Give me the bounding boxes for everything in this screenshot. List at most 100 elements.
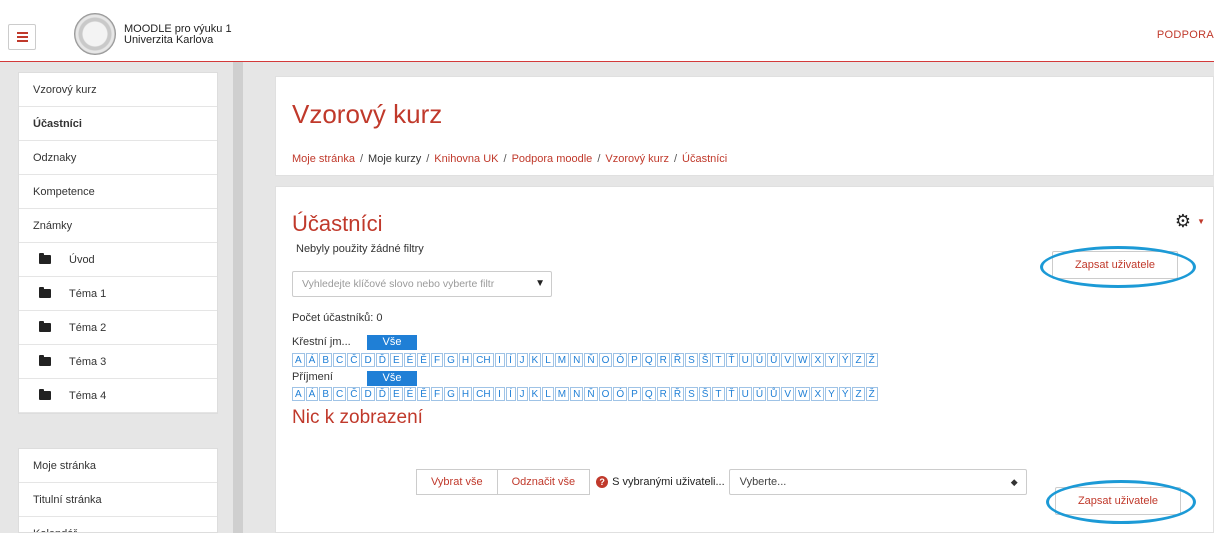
drawer-scrollbar[interactable] [233, 62, 243, 533]
initial-letter-link[interactable]: P [628, 387, 641, 401]
initial-letter-link[interactable]: D [361, 353, 375, 367]
initial-letter-link[interactable]: K [528, 353, 542, 367]
initial-letter-link[interactable]: Á [305, 353, 319, 367]
initial-letter-link[interactable]: Ě [417, 387, 430, 401]
initial-letter-link[interactable]: A [292, 387, 305, 401]
lastname-all-button[interactable]: Vše [367, 371, 417, 386]
breadcrumb-item[interactable]: Podpora moodle [512, 153, 593, 165]
initial-letter-link[interactable]: D [361, 387, 375, 401]
initial-letter-link[interactable]: W [795, 353, 811, 367]
initial-letter-link[interactable]: Z [852, 353, 865, 367]
initial-letter-link[interactable]: N [570, 353, 584, 367]
sidebar-item[interactable]: Kalendář [19, 517, 217, 532]
breadcrumb-item[interactable]: Knihovna UK [434, 153, 498, 165]
sidebar-item[interactable]: Účastníci [19, 107, 217, 141]
initial-letter-link[interactable]: V [781, 353, 795, 367]
initial-letter-link[interactable]: Ď [375, 387, 389, 401]
initial-letter-link[interactable]: G [444, 387, 458, 401]
initial-letter-link[interactable]: O [598, 353, 613, 367]
select-all-button[interactable]: Vybrat vše [416, 469, 498, 495]
initial-letter-link[interactable]: X [811, 387, 825, 401]
initial-letter-link[interactable]: F [430, 353, 444, 367]
initial-letter-link[interactable]: B [319, 353, 333, 367]
deselect-all-button[interactable]: Odznačit vše [497, 469, 591, 495]
initial-letter-link[interactable]: CH [473, 387, 494, 401]
initial-letter-link[interactable]: M [554, 353, 570, 367]
initial-letter-link[interactable]: Ť [725, 353, 738, 367]
initial-letter-link[interactable]: Ů [767, 353, 781, 367]
initial-letter-link[interactable]: Y [825, 387, 838, 401]
initial-letter-link[interactable]: H [458, 387, 473, 401]
sidebar-item[interactable]: Známky [19, 209, 217, 243]
initial-letter-link[interactable]: T [712, 353, 725, 367]
initial-letter-link[interactable]: U [738, 387, 752, 401]
initial-letter-link[interactable]: P [628, 353, 641, 367]
breadcrumb-item[interactable]: Vzorový kurz [605, 153, 669, 165]
help-icon[interactable]: ? [596, 476, 609, 488]
initial-letter-link[interactable]: Ó [613, 353, 628, 367]
initial-letter-link[interactable]: J [516, 353, 528, 367]
filter-search-select[interactable]: Vyhledejte klíčové slovo nebo vyberte fi… [292, 271, 552, 297]
initial-letter-link[interactable]: Á [305, 387, 319, 401]
caret-down-icon[interactable]: ▼ [1197, 217, 1205, 226]
initial-letter-link[interactable]: Q [641, 387, 656, 401]
initial-letter-link[interactable]: W [795, 387, 811, 401]
initial-letter-link[interactable]: R [656, 353, 670, 367]
initial-letter-link[interactable]: Č [347, 353, 361, 367]
sidebar-item[interactable]: Odznaky [19, 141, 217, 175]
initial-letter-link[interactable]: Ý [838, 387, 852, 401]
sidebar-item[interactable]: Úvod [19, 243, 217, 277]
initial-letter-link[interactable]: CH [473, 353, 494, 367]
initial-letter-link[interactable]: O [598, 387, 613, 401]
initial-letter-link[interactable]: Ž [865, 387, 878, 401]
initial-letter-link[interactable]: Ý [838, 353, 852, 367]
support-link[interactable]: PODPORA [1157, 29, 1214, 41]
initial-letter-link[interactable]: V [781, 387, 795, 401]
initial-letter-link[interactable]: E [389, 353, 403, 367]
university-seal-logo[interactable] [74, 13, 116, 55]
initial-letter-link[interactable]: É [403, 353, 417, 367]
initial-letter-link[interactable]: I [494, 387, 505, 401]
initial-letter-link[interactable]: Ď [375, 353, 389, 367]
initial-letter-link[interactable]: Š [698, 387, 712, 401]
initial-letter-link[interactable]: Č [347, 387, 361, 401]
initial-letter-link[interactable]: Z [852, 387, 865, 401]
breadcrumb-item[interactable]: Účastníci [682, 153, 727, 165]
initial-letter-link[interactable]: B [319, 387, 333, 401]
with-selected-action-select[interactable]: Vyberte... ◆ [728, 469, 1027, 495]
initial-letter-link[interactable]: É [403, 387, 417, 401]
initial-letter-link[interactable]: H [458, 353, 473, 367]
initial-letter-link[interactable]: Ž [865, 353, 878, 367]
initial-letter-link[interactable]: A [292, 353, 305, 367]
initial-letter-link[interactable]: Ó [613, 387, 628, 401]
initial-letter-link[interactable]: Ě [417, 353, 430, 367]
initial-letter-link[interactable]: Ň [584, 353, 598, 367]
sidebar-item[interactable]: Téma 1 [19, 277, 217, 311]
breadcrumb-item[interactable]: Moje stránka [292, 153, 355, 165]
initial-letter-link[interactable]: I [494, 353, 505, 367]
initial-letter-link[interactable]: Í [505, 353, 516, 367]
initial-letter-link[interactable]: K [528, 387, 542, 401]
initial-letter-link[interactable]: Ú [752, 387, 767, 401]
initial-letter-link[interactable]: L [542, 387, 554, 401]
initial-letter-link[interactable]: X [811, 353, 825, 367]
initial-letter-link[interactable]: T [712, 387, 725, 401]
initial-letter-link[interactable]: Ů [767, 387, 781, 401]
initial-letter-link[interactable]: L [542, 353, 554, 367]
hamburger-menu-button[interactable] [8, 24, 36, 50]
sidebar-item[interactable]: Téma 3 [19, 345, 217, 379]
initial-letter-link[interactable]: Š [698, 353, 712, 367]
sidebar-item[interactable]: Moje stránka [19, 449, 217, 483]
initial-letter-link[interactable]: Y [825, 353, 838, 367]
initial-letter-link[interactable]: C [333, 353, 347, 367]
initial-letter-link[interactable]: S [685, 387, 698, 401]
sidebar-item[interactable]: Vzorový kurz [19, 73, 217, 107]
initial-letter-link[interactable]: Ň [584, 387, 598, 401]
sidebar-item[interactable]: Kompetence [19, 175, 217, 209]
initial-letter-link[interactable]: E [389, 387, 403, 401]
initial-letter-link[interactable]: Ř [670, 353, 685, 367]
initial-letter-link[interactable]: U [738, 353, 752, 367]
initial-letter-link[interactable]: Ř [670, 387, 685, 401]
initial-letter-link[interactable]: Í [505, 387, 516, 401]
site-name[interactable]: MOODLE pro výuku 1 Univerzita Karlova [124, 24, 232, 46]
